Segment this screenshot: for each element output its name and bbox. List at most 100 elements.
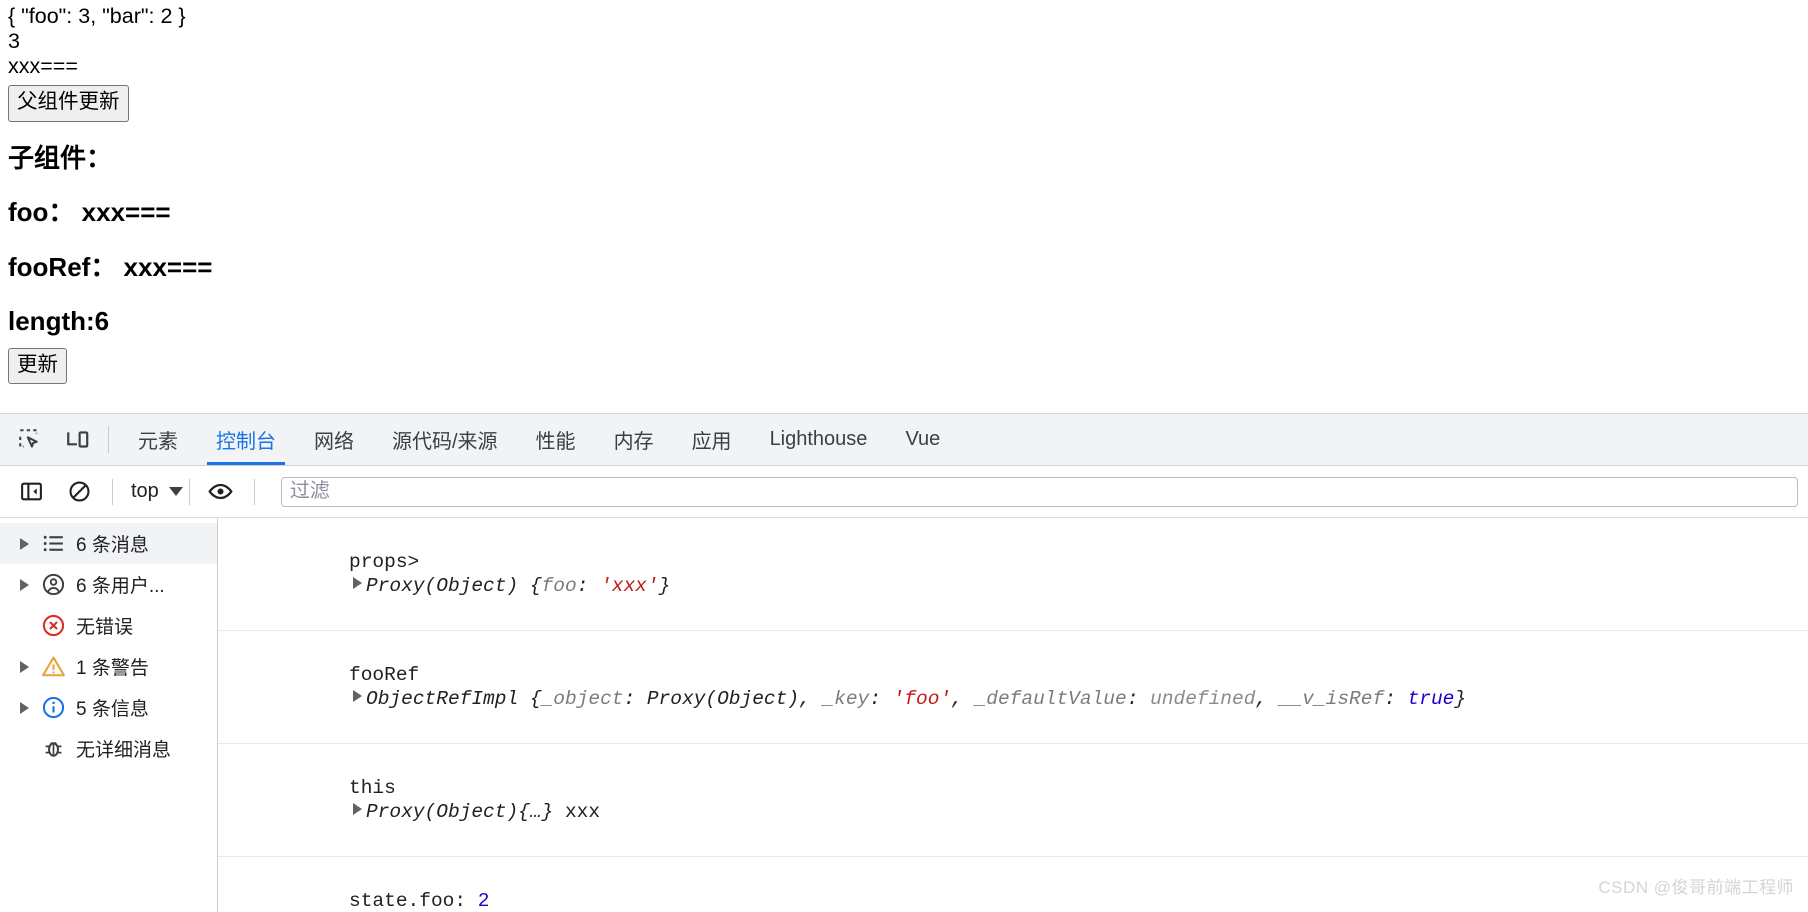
console-sidebar-toggle-icon[interactable] bbox=[14, 475, 48, 509]
expand-triangle-icon[interactable] bbox=[353, 577, 363, 589]
toolbar-divider-2 bbox=[188, 478, 190, 505]
console-log-area: props> Proxy(Object) {foo: 'xxx'} fooRef… bbox=[218, 518, 1808, 912]
sidebar-item-label: 6 条用户... bbox=[76, 576, 165, 597]
console-filter-input[interactable] bbox=[280, 476, 1798, 507]
log-row[interactable]: fooRef ObjectRefImpl {_object: Proxy(Obj… bbox=[218, 631, 1808, 744]
warning-icon bbox=[38, 654, 68, 679]
console-context-selector[interactable]: top bbox=[127, 478, 187, 505]
object-prop-key: _key bbox=[822, 688, 870, 710]
chevron-down-icon bbox=[168, 487, 183, 496]
expand-triangle-icon[interactable] bbox=[353, 803, 363, 815]
console-toolbar: top bbox=[0, 466, 1808, 518]
sidebar-item-label: 5 条信息 bbox=[76, 699, 149, 720]
object-comma: , bbox=[951, 688, 975, 710]
rendered-page-area: { "foo": 3, "bar": 2 } 3 xxx=== 父组件更新 子组… bbox=[0, 0, 1808, 413]
expand-triangle-icon[interactable] bbox=[16, 660, 32, 673]
log-row[interactable]: state.foo: 2 bbox=[218, 857, 1808, 912]
log-row[interactable]: props> Proxy(Object) {foo: 'xxx'} bbox=[218, 518, 1808, 631]
fooref-value-heading: fooRef： xxx=== bbox=[8, 251, 213, 282]
verbose-bug-icon bbox=[38, 736, 68, 761]
object-preview-collapsed: {…} bbox=[518, 801, 554, 823]
log-label: state.foo: bbox=[349, 890, 478, 912]
clear-console-icon[interactable] bbox=[62, 475, 96, 509]
tabbar-divider bbox=[108, 426, 109, 453]
devtools-tabbar: 元素 控制台 网络 源代码/来源 性能 内存 应用 Lighthouse Vue bbox=[0, 414, 1808, 466]
xxx-output-line: xxx=== bbox=[8, 54, 78, 78]
object-prop-key: __v_isRef bbox=[1278, 688, 1385, 710]
error-icon bbox=[38, 613, 68, 638]
list-icon bbox=[38, 531, 68, 556]
object-name: Proxy(Object) bbox=[366, 801, 519, 823]
update-button[interactable]: 更新 bbox=[8, 347, 67, 384]
devtools-tool-icons bbox=[0, 414, 98, 465]
sidebar-item-label: 6 条消息 bbox=[76, 535, 149, 556]
tab-vue[interactable]: Vue bbox=[886, 414, 959, 465]
object-name: Proxy(Object) bbox=[366, 575, 519, 597]
expand-triangle-icon[interactable] bbox=[16, 537, 32, 550]
object-prop-value: Proxy(Object) bbox=[646, 688, 800, 710]
inspect-element-icon[interactable] bbox=[14, 424, 46, 456]
tab-elements[interactable]: 元素 bbox=[119, 414, 197, 465]
devtools-tabs: 元素 控制台 网络 源代码/来源 性能 内存 应用 Lighthouse Vue bbox=[119, 414, 959, 465]
child-component-heading: 子组件： bbox=[8, 142, 113, 173]
tab-application[interactable]: 应用 bbox=[673, 414, 751, 465]
tab-memory[interactable]: 内存 bbox=[595, 414, 673, 465]
console-body: 6 条消息 6 条用户... 无错误 1 条警告 5 条信息 无详细消息 pro… bbox=[0, 518, 1808, 912]
screen-root: { "foo": 3, "bar": 2 } 3 xxx=== 父组件更新 子组… bbox=[0, 0, 1808, 912]
object-colon: : bbox=[869, 688, 893, 710]
devtools-panel: 元素 控制台 网络 源代码/来源 性能 内存 应用 Lighthouse Vue bbox=[0, 413, 1808, 912]
object-preview-close: } bbox=[658, 575, 671, 597]
object-prop-value: undefined bbox=[1150, 688, 1256, 710]
sidebar-item-label: 无详细消息 bbox=[76, 740, 172, 761]
tab-network[interactable]: 网络 bbox=[295, 414, 373, 465]
console-context-value: top bbox=[131, 480, 159, 502]
object-comma: , bbox=[1255, 688, 1279, 710]
object-prop-value: true bbox=[1407, 688, 1455, 710]
object-preview-open: { bbox=[518, 575, 542, 597]
log-number-value: 2 bbox=[477, 890, 490, 912]
expand-triangle-icon[interactable] bbox=[16, 578, 32, 591]
toolbar-divider-3 bbox=[253, 478, 255, 505]
object-prop-value: 'xxx' bbox=[600, 575, 659, 597]
expand-triangle-icon[interactable] bbox=[16, 701, 32, 714]
log-label: props> bbox=[349, 551, 420, 573]
sidebar-item-label: 无错误 bbox=[76, 617, 134, 638]
tab-performance[interactable]: 性能 bbox=[517, 414, 595, 465]
length-heading: length:6 bbox=[8, 306, 110, 336]
console-sidebar: 6 条消息 6 条用户... 无错误 1 条警告 5 条信息 无详细消息 bbox=[0, 518, 218, 912]
number-output-line: 3 bbox=[8, 29, 20, 53]
parent-update-button[interactable]: 父组件更新 bbox=[8, 85, 129, 122]
object-prop-value: 'foo' bbox=[892, 688, 952, 710]
live-expression-eye-icon[interactable] bbox=[204, 475, 238, 509]
sidebar-item-user-messages[interactable]: 6 条用户... bbox=[0, 564, 217, 605]
object-comma: , bbox=[799, 688, 823, 710]
log-label: this bbox=[349, 777, 396, 799]
sidebar-item-info[interactable]: 5 条信息 bbox=[0, 687, 217, 728]
tab-sources[interactable]: 源代码/来源 bbox=[373, 414, 517, 465]
object-preview-open: { bbox=[518, 688, 542, 710]
sidebar-item-verbose[interactable]: 无详细消息 bbox=[0, 728, 217, 769]
object-colon: : bbox=[623, 688, 647, 710]
object-colon: : bbox=[576, 575, 601, 597]
json-output-line: { "foo": 3, "bar": 2 } bbox=[8, 4, 186, 28]
object-colon: : bbox=[1126, 688, 1151, 710]
tab-console[interactable]: 控制台 bbox=[197, 414, 295, 465]
toolbar-divider-1 bbox=[112, 478, 113, 505]
log-row[interactable]: this Proxy(Object){…} xxx bbox=[218, 744, 1808, 857]
log-label: fooRef bbox=[349, 664, 420, 686]
log-suffix-text: xxx bbox=[553, 801, 601, 823]
sidebar-item-messages[interactable]: 6 条消息 bbox=[0, 523, 217, 564]
sidebar-item-warnings[interactable]: 1 条警告 bbox=[0, 646, 217, 687]
foo-value-heading: foo： xxx=== bbox=[8, 197, 171, 227]
device-toolbar-icon[interactable] bbox=[62, 424, 94, 456]
info-icon bbox=[38, 695, 68, 720]
object-prop-key: _defaultValue bbox=[974, 688, 1127, 710]
object-prop-key: foo bbox=[541, 575, 577, 597]
user-icon bbox=[38, 572, 68, 597]
object-colon: : bbox=[1384, 688, 1408, 710]
sidebar-item-errors[interactable]: 无错误 bbox=[0, 605, 217, 646]
tab-lighthouse[interactable]: Lighthouse bbox=[751, 414, 887, 465]
object-preview-close: } bbox=[1454, 688, 1467, 710]
expand-triangle-icon[interactable] bbox=[353, 690, 363, 702]
object-name: ObjectRefImpl bbox=[366, 688, 519, 710]
